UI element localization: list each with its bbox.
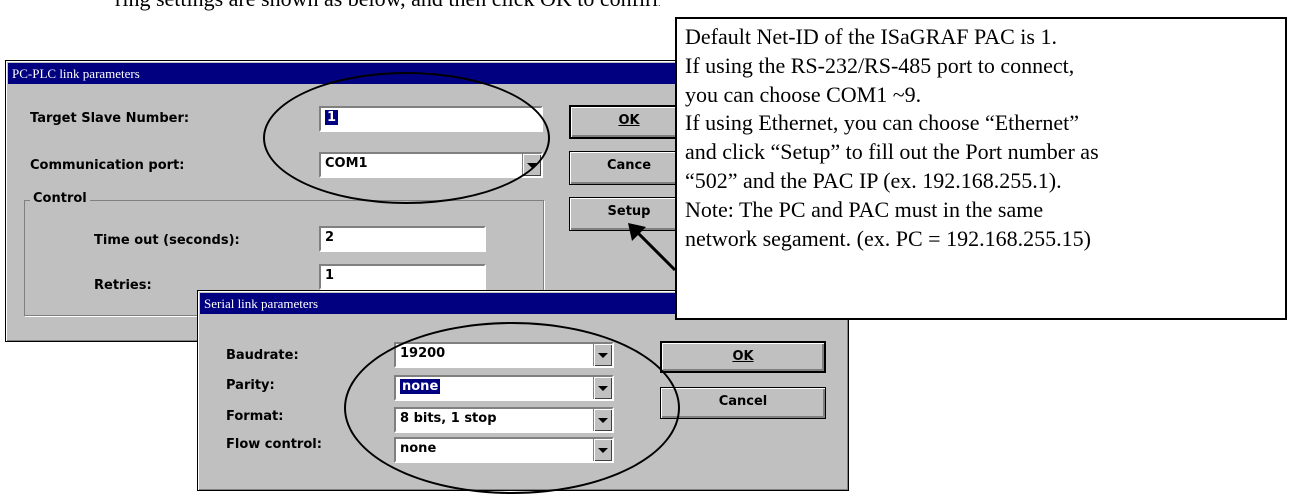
parity-dropdown-button[interactable] [593,377,612,399]
retries-value: 1 [325,268,335,283]
control-group-label: Control [30,191,90,206]
serial-cancel-button[interactable]: Cancel [660,387,826,419]
parity-label: Parity: [226,378,275,393]
note-line: If using Ethernet, you can choose “Ether… [685,110,1080,136]
flow-control-select[interactable]: none [394,437,614,463]
note-line: you can choose COM1 ~9. [685,81,922,107]
plc-ok-button[interactable]: OK [569,105,689,139]
baudrate-value: 19200 [400,346,446,361]
note-line: network segament. (ex. PC = 192.168.255.… [685,225,1091,251]
parity-value: none [400,379,441,394]
note-line: Default Net-ID of the ISaGRAF PAC is 1. [685,24,1057,49]
chevron-down-icon [598,352,608,358]
comm-port-select[interactable]: COM1 [319,152,543,178]
chevron-down-icon [598,447,608,453]
timeout-label: Time out (seconds): [94,233,240,248]
serial-ok-label: OK [732,349,754,364]
timeout-input[interactable]: 2 [319,226,486,252]
intro-text-content: ring settings are shown as below, and th… [0,0,660,12]
note-line: If using the RS-232/RS-485 port to conne… [685,52,1075,78]
target-slave-label: Target Slave Number: [30,111,190,126]
plc-cancel-button[interactable]: Cance [569,151,689,185]
format-label: Format: [226,409,284,424]
chevron-down-icon [527,162,537,168]
baudrate-label: Baudrate: [226,348,299,363]
plc-cancel-label: Cance [606,158,652,173]
serial-cancel-label: Cancel [718,394,768,409]
comm-port-dropdown-button[interactable] [522,154,541,176]
serial-dialog: Serial link parameters Baudrate: 19200 P… [197,290,849,491]
plc-ok-label: OK [618,113,640,128]
format-dropdown-button[interactable] [593,409,612,431]
retries-input[interactable]: 1 [319,264,486,290]
flow-control-value: none [400,441,437,456]
note-line: and click “Setup” to fill out the Port n… [685,139,1099,165]
target-slave-input[interactable]: 1 [319,106,543,132]
note-line: “502” and the PAC IP (ex. 192.168.255.1)… [685,167,1062,193]
baudrate-dropdown-button[interactable] [593,344,612,366]
parity-select[interactable]: none [394,375,614,401]
comm-port-label: Communication port: [30,158,185,173]
intro-text: ring settings are shown as below, and th… [0,0,660,30]
target-slave-value: 1 [325,110,339,125]
flow-control-dropdown-button[interactable] [593,439,612,461]
pc-plc-dialog-titlebar[interactable]: PC-PLC link parameters [8,63,694,84]
comm-port-value: COM1 [325,156,368,171]
pointer-arrow-icon [628,223,677,272]
note-line: Note: The PC and PAC must in the same [685,196,1044,222]
flow-control-label: Flow control: [226,437,322,452]
chevron-down-icon [598,385,608,391]
format-select[interactable]: 8 bits, 1 stop [394,407,614,433]
timeout-value: 2 [325,230,335,245]
info-note-box: Default Net-ID of the ISaGRAF PAC is 1. … [675,17,1287,320]
retries-label: Retries: [94,278,152,293]
format-value: 8 bits, 1 stop [400,411,497,426]
baudrate-select[interactable]: 19200 [394,342,614,368]
serial-ok-button[interactable]: OK [660,341,826,373]
chevron-down-icon [598,417,608,423]
